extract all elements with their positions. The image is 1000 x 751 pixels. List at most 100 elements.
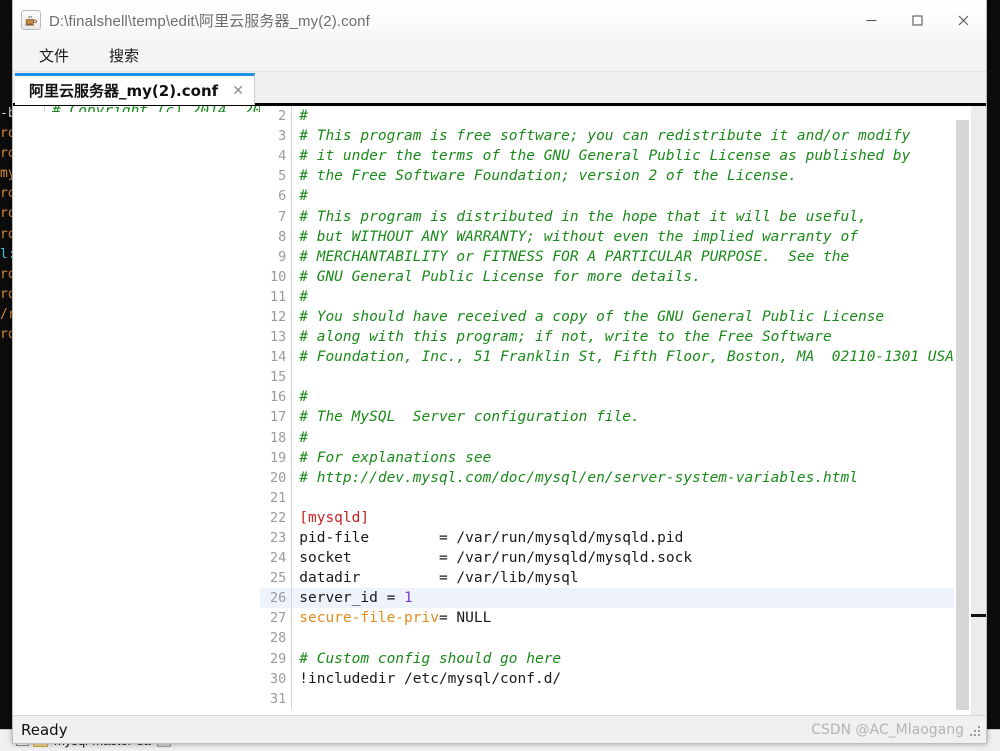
close-icon[interactable]: ✕	[230, 82, 246, 99]
code-text: # it under the terms of the GNU General …	[292, 148, 954, 164]
clipped-code-text: # Copyright (c) 2014, 2021, Oracle and/o…	[45, 106, 260, 112]
code-text: # MERCHANTABILITY or FITNESS FOR A PARTI…	[292, 249, 954, 265]
gutter-separator	[291, 688, 293, 709]
line-number: 25	[270, 570, 287, 587]
maximize-button[interactable]	[894, 0, 940, 40]
line-number: 7	[278, 208, 287, 225]
comment-token: # the Free Software Foundation; version …	[299, 168, 797, 185]
comment-token: #	[299, 188, 308, 205]
code-text: pid-file = /var/run/mysqld/mysqld.pid	[299, 530, 684, 547]
menu-file[interactable]: 文件	[29, 42, 79, 69]
code-line[interactable]: 16 #	[260, 387, 954, 408]
code-line[interactable]: 7 # This program is distributed in the ho…	[260, 206, 954, 227]
line-number: 12	[270, 308, 287, 325]
code-line[interactable]: 14 # Foundation, Inc., 51 Franklin St, Fi…	[260, 347, 954, 368]
tab-alibaba-conf[interactable]: 阿里云服务器_my(2).conf ✕	[15, 73, 256, 105]
code-line[interactable]: 5 # the Free Software Foundation; version…	[260, 166, 954, 187]
line-number: 9	[278, 248, 287, 265]
line-number: 20	[270, 469, 287, 486]
line-number: 5	[278, 168, 287, 185]
comment-token: # You should have received a copy of the…	[299, 308, 885, 325]
comment-token: # This program is free software; you can…	[299, 128, 911, 145]
code-line[interactable]: 25 datadir = /var/lib/mysql	[260, 568, 954, 589]
resize-grip[interactable]	[968, 724, 980, 736]
code-line[interactable]: 17 # The MySQL Server configuration file.	[260, 407, 954, 428]
line-number: 18	[270, 429, 287, 446]
code-line[interactable]: 4 # it under the terms of the GNU General…	[260, 146, 954, 167]
line-number: 8	[278, 228, 287, 245]
comment-token: #	[299, 429, 308, 446]
code-line[interactable]: 27 secure-file-priv= NULL	[260, 608, 954, 629]
code-line[interactable]: 13 # along with this program; if not, wri…	[260, 327, 954, 348]
code-editor[interactable]: # Copyright (c) 2014, 2021, Oracle and/o…	[13, 106, 954, 715]
code-text: # the Free Software Foundation; version …	[292, 168, 954, 184]
code-line[interactable]: 21	[260, 487, 954, 508]
code-line[interactable]: 8 # but WITHOUT ANY WARRANTY; without eve…	[260, 226, 954, 247]
code-line[interactable]: 22 [mysqld]	[260, 507, 954, 528]
title-bar[interactable]: D:\finalshell\temp\edit\阿里云服务器_my(2).con…	[13, 0, 986, 40]
line-number: 10	[270, 268, 287, 285]
line-number: 27	[270, 610, 287, 627]
code-line[interactable]: 12 # You should have received a copy of t…	[260, 306, 954, 328]
code-line[interactable]: 26 server_id = 1	[260, 588, 954, 609]
comment-token: #	[299, 288, 308, 305]
code-line[interactable]: 19 # For explanations see	[260, 447, 954, 468]
editor-right-gutter	[971, 106, 986, 715]
menu-search[interactable]: 搜索	[99, 42, 149, 69]
code-line[interactable]: 18 #	[260, 427, 954, 448]
line-number: 23	[270, 530, 287, 547]
line-number: 29	[270, 650, 287, 667]
editor-container: # Copyright (c) 2014, 2021, Oracle and/o…	[13, 105, 986, 715]
vertical-scrollbar[interactable]	[954, 106, 971, 715]
code-line[interactable]: 15	[260, 367, 954, 388]
right-gutter-marker	[971, 614, 986, 617]
line-number: 2	[278, 108, 287, 125]
code-text: #	[292, 289, 954, 305]
code-line[interactable]: 23 pid-file = /var/run/mysqld/mysqld.pid	[260, 527, 954, 549]
code-line[interactable]: 29 # Custom config should go here	[260, 648, 954, 669]
clipped-first-line: # Copyright (c) 2014, 2021, Oracle and/o…	[13, 106, 261, 112]
status-text: Ready	[21, 720, 68, 739]
comment-token: #	[299, 389, 308, 406]
code-text: datadir = /var/lib/mysql	[299, 570, 579, 587]
code-line[interactable]: 3 # This program is free software; you ca…	[260, 126, 954, 147]
close-button[interactable]	[940, 0, 986, 40]
gutter-separator	[291, 487, 293, 508]
code-text: #	[292, 188, 954, 204]
code-line[interactable]: 28	[260, 628, 954, 649]
code-line[interactable]: 31	[260, 688, 954, 709]
comment-token: # For explanations see	[299, 449, 492, 466]
code-line[interactable]: 11 #	[260, 286, 954, 307]
comment-token: # it under the terms of the GNU General …	[299, 148, 911, 165]
config-key: secure-file-priv	[299, 610, 439, 627]
line-number: 6	[278, 188, 287, 205]
code-line[interactable]: 20 # http://dev.mysql.com/doc/mysql/en/se…	[260, 467, 954, 488]
code-line[interactable]: 24 socket = /var/run/mysqld/mysqld.sock	[260, 548, 954, 569]
code-line[interactable]: 30 !includedir /etc/mysql/conf.d/	[260, 668, 954, 689]
code-text: # Foundation, Inc., 51 Franklin St, Fift…	[292, 349, 954, 365]
minimize-button[interactable]	[848, 0, 894, 40]
code-line[interactable]: 2 #	[260, 106, 954, 127]
config-key: server_id =	[299, 590, 405, 607]
line-number: 24	[270, 550, 287, 567]
window-controls	[848, 0, 986, 40]
scrollbar-thumb[interactable]	[956, 120, 969, 710]
code-text: !includedir /etc/mysql/conf.d/	[299, 670, 562, 687]
code-line[interactable]: 9 # MERCHANTABILITY or FITNESS FOR A PART…	[260, 246, 954, 267]
comment-token: # along with this program; if not, write…	[299, 329, 832, 346]
gutter-separator	[291, 367, 293, 388]
code-text: #	[292, 430, 954, 446]
code-line[interactable]: 6 #	[260, 186, 954, 207]
code-line[interactable]: 10 # GNU General Public License for more …	[260, 266, 954, 287]
comment-token: # but WITHOUT ANY WARRANTY; without even…	[299, 228, 858, 245]
comment-token: # Foundation, Inc., 51 Franklin St, Fift…	[299, 349, 954, 366]
code-text: server_id = 1	[292, 590, 954, 606]
tab-strip: 阿里云服务器_my(2).conf ✕	[13, 72, 986, 105]
code-lines[interactable]: 2 #3 # This program is free software; you …	[260, 106, 954, 715]
code-text: # The MySQL Server configuration file.	[292, 409, 954, 425]
window-title: D:\finalshell\temp\edit\阿里云服务器_my(2).con…	[49, 12, 370, 30]
line-number: 19	[270, 449, 287, 466]
line-number: 17	[270, 409, 287, 426]
comment-token: # The MySQL Server configuration file.	[299, 409, 640, 426]
comment-token: # http://dev.mysql.com/doc/mysql/en/serv…	[299, 469, 858, 486]
